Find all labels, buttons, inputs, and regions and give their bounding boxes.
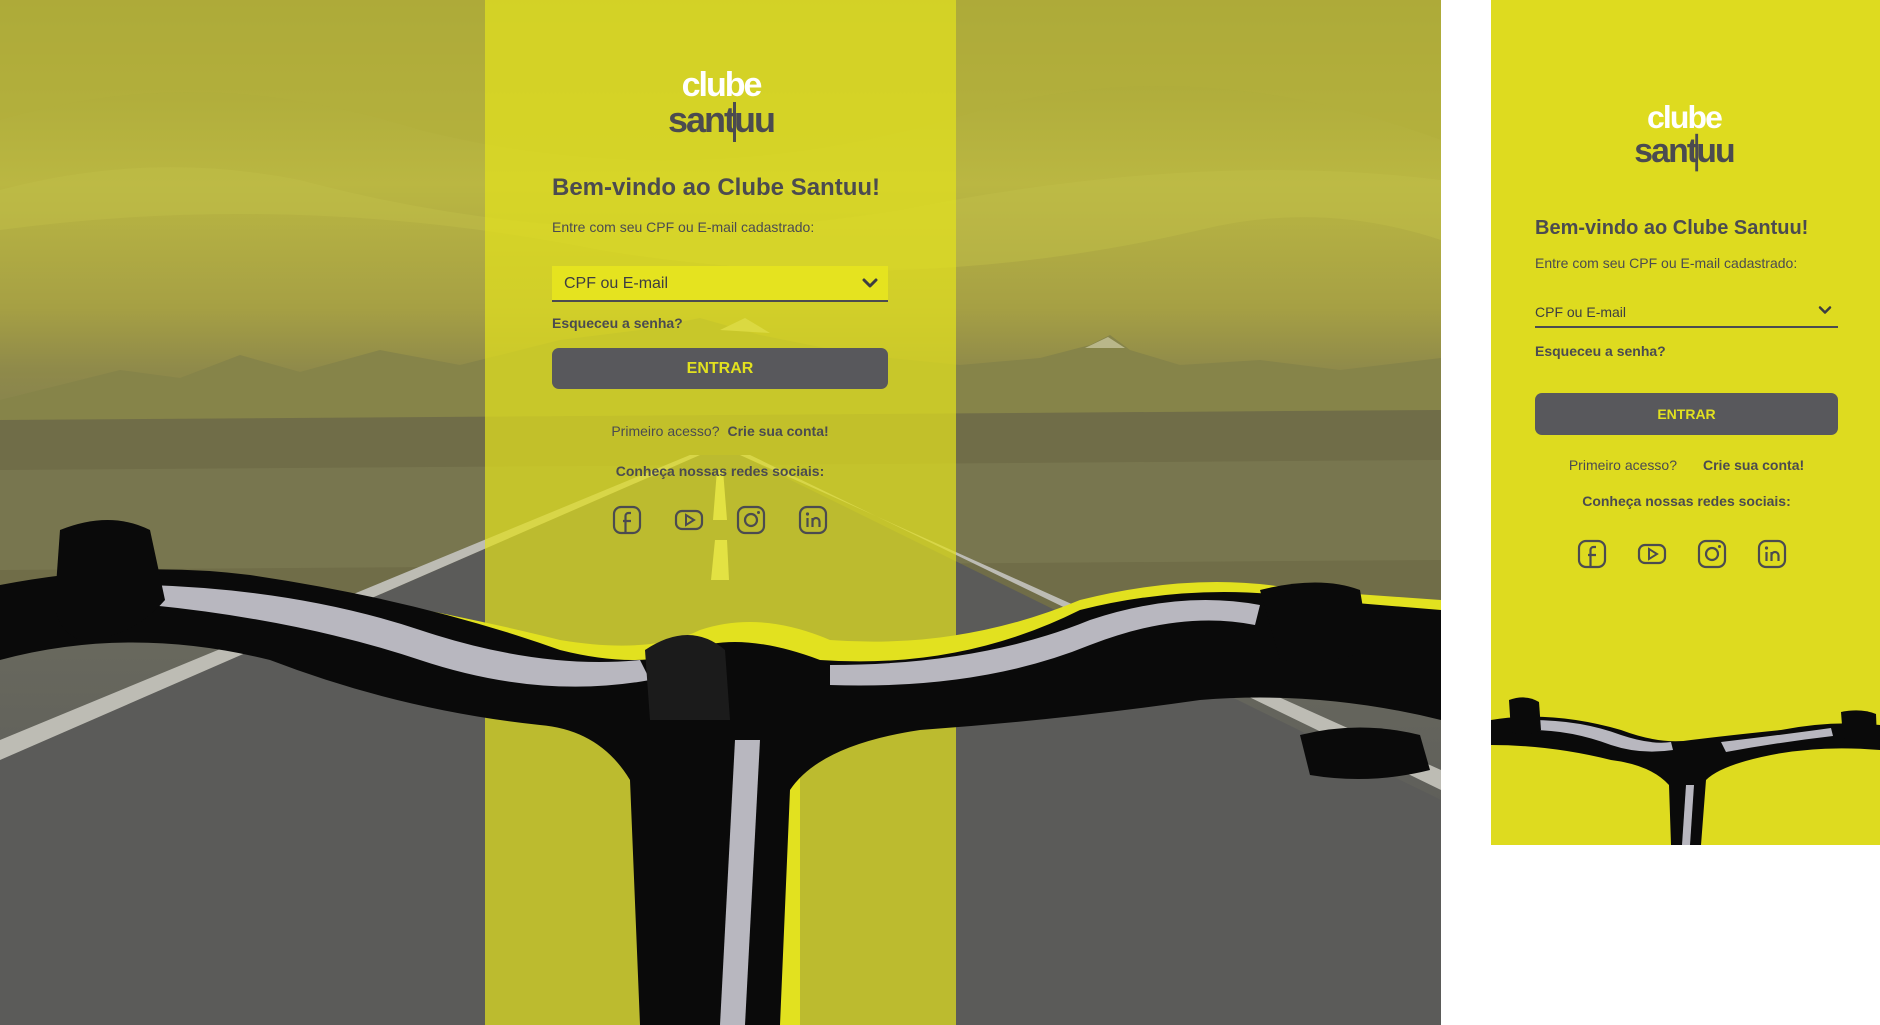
youtube-icon[interactable]: [1636, 538, 1668, 570]
forgot-password-link[interactable]: Esqueceu a senha?: [552, 315, 683, 331]
facebook-icon[interactable]: [1576, 538, 1608, 570]
linkedin-icon[interactable]: [797, 504, 829, 536]
mobile-forgot-password-link[interactable]: Esqueceu a senha?: [1535, 343, 1666, 359]
desktop-login-screen: clube santuu Bem-vindo ao Clube Santuu! …: [0, 0, 1441, 1025]
cpf-email-input[interactable]: [564, 275, 854, 293]
mobile-first-access-text: Primeiro acesso?: [1568, 457, 1677, 473]
login-instructions: Entre com seu CPF ou E-mail cadastrado:: [552, 219, 815, 235]
clube-santuu-logo: clube santuu: [668, 66, 776, 142]
svg-text:clube: clube: [1647, 100, 1722, 135]
mobile-bike-handlebar-illustration: [1491, 697, 1880, 845]
mobile-social-icons-row: [1576, 538, 1796, 570]
mobile-create-account-link[interactable]: Crie sua conta!: [1703, 457, 1804, 473]
social-icons-row: [611, 504, 831, 536]
first-access-text: Primeiro acesso?: [611, 423, 720, 439]
mobile-login-submit-button[interactable]: ENTRAR: [1535, 393, 1838, 435]
mobile-login-instructions: Entre com seu CPF ou E-mail cadastrado:: [1535, 255, 1798, 271]
welcome-title: Bem-vindo ao Clube Santuu!: [552, 174, 881, 201]
svg-text:santuu: santuu: [668, 99, 774, 140]
social-networks-title: Conheça nossas redes sociais:: [615, 463, 825, 479]
mobile-social-networks-title: Conheça nossas redes sociais:: [1582, 493, 1791, 509]
create-account-link[interactable]: Crie sua conta!: [728, 423, 829, 439]
svg-text:santuu: santuu: [1634, 132, 1734, 170]
facebook-icon[interactable]: [611, 504, 643, 536]
mobile-welcome-title: Bem-vindo ao Clube Santuu!: [1535, 217, 1809, 239]
mobile-first-access-row: Primeiro acesso? Crie sua conta!: [1535, 457, 1838, 473]
instagram-icon[interactable]: [735, 504, 767, 536]
mobile-login-screen: clube santuu Bem-vindo ao Clube Santuu! …: [1491, 0, 1880, 845]
mobile-cpf-email-input[interactable]: [1535, 304, 1805, 320]
instagram-icon[interactable]: [1696, 538, 1728, 570]
first-access-row: Primeiro acesso? Crie sua conta!: [552, 423, 888, 439]
youtube-icon[interactable]: [673, 504, 705, 536]
cpf-email-field[interactable]: [552, 266, 888, 302]
mobile-cpf-email-field[interactable]: [1535, 296, 1838, 328]
mobile-clube-santuu-logo: clube santuu: [1634, 100, 1736, 172]
linkedin-icon[interactable]: [1756, 538, 1788, 570]
chevron-down-icon[interactable]: [1818, 305, 1832, 315]
chevron-down-icon[interactable]: [862, 277, 878, 289]
login-submit-button[interactable]: ENTRAR: [552, 348, 888, 389]
